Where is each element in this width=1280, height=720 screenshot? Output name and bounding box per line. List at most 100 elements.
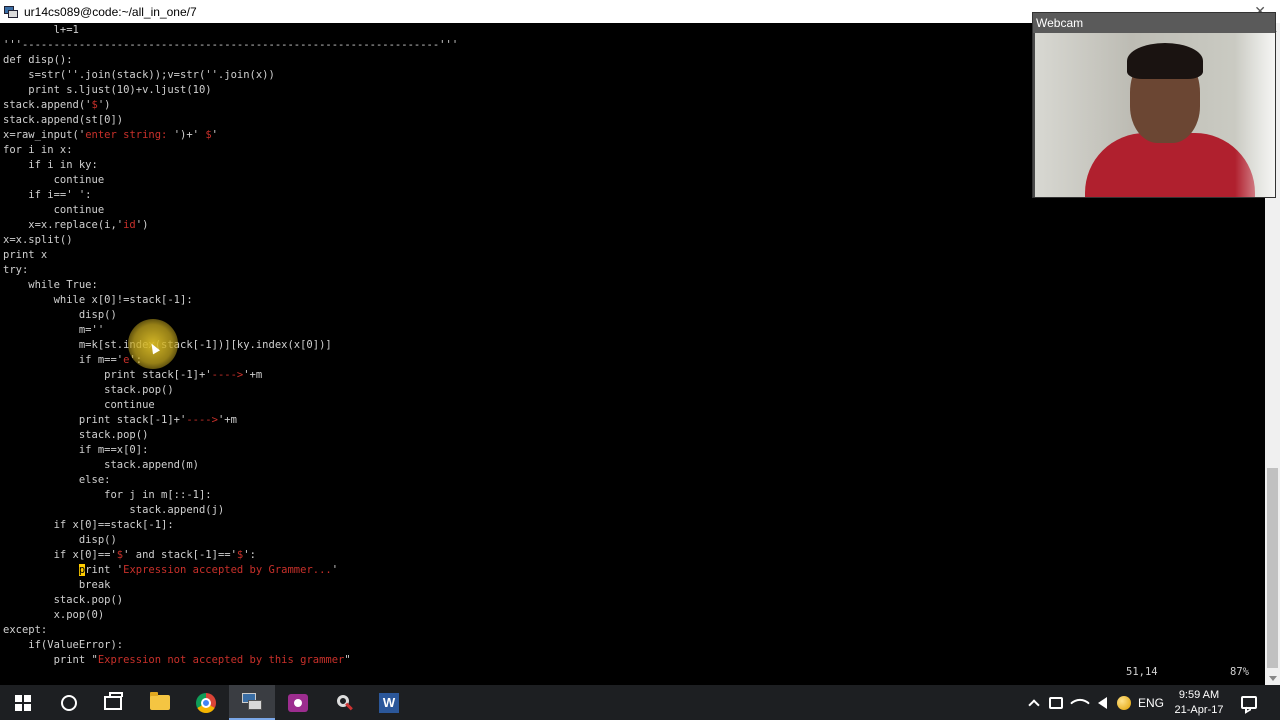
code-text: if i in ky: <box>3 159 98 171</box>
snipping-tool-button[interactable] <box>320 685 366 720</box>
code-text: rint ' <box>85 564 124 576</box>
code-text: stack.pop() <box>3 594 124 606</box>
scroll-down-icon[interactable] <box>1269 676 1277 681</box>
code-text: continue <box>3 399 155 411</box>
code-text: ' and stack[-1]==' <box>123 549 237 561</box>
chevron-up-icon <box>1028 698 1040 711</box>
putty-icon <box>4 5 18 19</box>
code-line: stack.pop() <box>3 428 149 443</box>
putty-icon <box>242 692 262 711</box>
file-explorer-button[interactable] <box>137 685 183 720</box>
code-line: if i in ky: <box>3 158 98 173</box>
code-line: stack.pop() <box>3 593 124 608</box>
code-line: continue <box>3 173 105 188</box>
code-text: if m==x[0]: <box>3 444 149 456</box>
code-line: print 'Expression accepted by Grammer...… <box>3 563 338 578</box>
code-line: for i in x: <box>3 143 73 158</box>
code-line: def disp(): <box>3 53 73 68</box>
code-line: if x[0]=='$' and stack[-1]=='$': <box>3 548 256 563</box>
code-text: '+m <box>243 369 263 381</box>
network-button[interactable] <box>1046 685 1066 720</box>
code-line: x=x.replace(i,'id') <box>3 218 148 233</box>
scroll-percent: 87% <box>1230 666 1249 678</box>
folder-icon <box>150 692 170 710</box>
code-text: '+m <box>217 414 237 426</box>
code-line: print stack[-1]+'---->'+m <box>3 413 237 428</box>
code-text: stack.pop() <box>3 384 174 396</box>
code-line: l+=1 <box>3 23 79 38</box>
code-line: continue <box>3 398 155 413</box>
tray-app-button[interactable] <box>1114 685 1134 720</box>
code-line: if m=='e': <box>3 353 142 368</box>
code-line: x=x.split() <box>3 233 73 248</box>
chrome-button[interactable] <box>183 685 229 720</box>
code-text: if m==' <box>3 354 124 366</box>
code-text: break <box>3 579 111 591</box>
clock-date: 21-Apr-17 <box>1174 703 1224 716</box>
code-text: if i==' ': <box>3 189 92 201</box>
code-text: def disp(): <box>3 54 73 66</box>
code-line: break <box>3 578 111 593</box>
code-text: while x[0]!=stack[-1]: <box>3 294 193 306</box>
code-text: x=x.replace(i,' <box>3 219 124 231</box>
code-text: ')+' <box>173 129 206 141</box>
code-line: except: <box>3 623 47 638</box>
code-text: try: <box>3 264 29 276</box>
code-text: " <box>344 654 351 666</box>
code-text: if x[0]==' <box>3 549 117 561</box>
task-view-icon <box>104 691 123 710</box>
code-text: x.pop(0) <box>3 609 105 621</box>
code-line: stack.append('$') <box>3 98 111 113</box>
code-text: for j in m[::-1]: <box>3 489 212 501</box>
start-button[interactable] <box>0 685 46 720</box>
cortana-icon <box>61 694 77 711</box>
language-indicator[interactable]: ENG <box>1136 685 1166 720</box>
screen-recorder-button[interactable] <box>275 685 321 720</box>
webcam-title: Webcam <box>1033 13 1275 33</box>
code-text: '''-------------------------------------… <box>3 39 459 51</box>
show-hidden-icons-button[interactable] <box>1024 685 1044 720</box>
action-center-button[interactable] <box>1236 685 1262 720</box>
tray-app-icon <box>1117 695 1131 710</box>
volume-button[interactable] <box>1092 685 1112 720</box>
recorder-icon <box>288 693 308 712</box>
chrome-icon <box>196 692 216 713</box>
code-text: stack.append(st[0]) <box>3 114 124 126</box>
code-text: x=x.split() <box>3 234 73 246</box>
word-icon: W <box>379 692 399 713</box>
code-text: m='' <box>3 324 105 336</box>
code-line: if x[0]==stack[-1]: <box>3 518 174 533</box>
code-text: continue <box>3 174 105 186</box>
window-title: ur14cs089@code:~/all_in_one/7 <box>24 4 197 19</box>
code-line: print stack[-1]+'---->'+m <box>3 368 262 383</box>
code-text: print stack[-1]+' <box>3 414 187 426</box>
code-text: while True: <box>3 279 98 291</box>
code-line: else: <box>3 473 111 488</box>
code-text: stack.append(j) <box>3 504 225 516</box>
code-line: print "Expression not accepted by this g… <box>3 653 351 668</box>
clock[interactable]: 9:59 AM 21-Apr-17 <box>1170 685 1228 720</box>
code-text: print x <box>3 249 48 261</box>
cortana-button[interactable] <box>46 685 92 720</box>
scrollbar-thumb[interactable] <box>1267 468 1278 668</box>
string-literal: ----> <box>186 414 218 426</box>
code-text: print s.ljust(10)+v.ljust(10) <box>3 84 212 96</box>
code-line: if(ValueError): <box>3 638 123 653</box>
task-view-button[interactable] <box>90 685 136 720</box>
code-line: for j in m[::-1]: <box>3 488 212 503</box>
code-text: stack.pop() <box>3 429 149 441</box>
code-line: '''-------------------------------------… <box>3 38 458 53</box>
putty-button[interactable] <box>229 685 275 720</box>
code-line: while True: <box>3 278 98 293</box>
code-text: ' <box>211 129 218 141</box>
code-line: m='' <box>3 323 104 338</box>
code-line: stack.append(j) <box>3 503 224 518</box>
webcam-video <box>1035 33 1275 197</box>
code-text: x=raw_input(' <box>3 129 86 141</box>
code-text: l+=1 <box>3 24 79 36</box>
windows-start-icon <box>15 694 31 711</box>
wifi-button[interactable] <box>1070 685 1090 720</box>
code-text: ') <box>97 99 111 111</box>
word-button[interactable]: W <box>366 685 412 720</box>
